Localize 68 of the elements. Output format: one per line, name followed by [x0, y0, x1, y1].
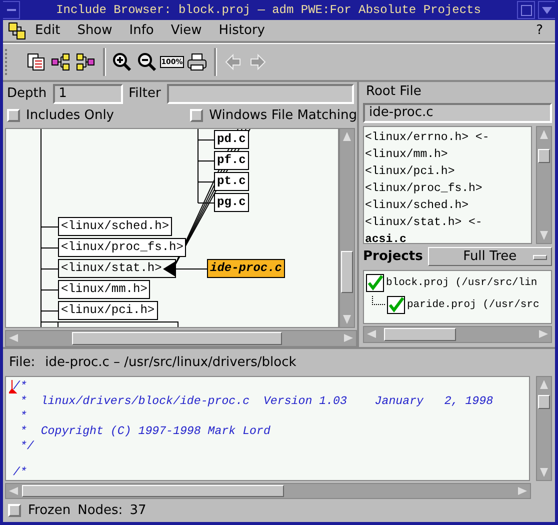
code-line: * Copyright (C) 1997-1998 Mark Lord: [18, 424, 272, 439]
horizontal-scrollbar[interactable]: [5, 330, 357, 347]
menu-item[interactable]: Info: [129, 23, 154, 38]
expand-icon[interactable]: [51, 52, 71, 72]
windows-matching-label: Windows File Matching: [209, 108, 357, 124]
filter-field[interactable]: [166, 84, 354, 104]
project-checkbox[interactable]: [366, 274, 384, 292]
minimize-icon[interactable]: [538, 1, 555, 20]
tree-view-dropdown[interactable]: Full Tree: [428, 247, 552, 266]
code-line: /*: [13, 378, 28, 394]
zoom-out-icon[interactable]: [137, 52, 157, 72]
source-file-node[interactable]: pt.c: [214, 172, 249, 191]
file-label: File:: [9, 354, 36, 370]
include-list-item[interactable]: acsi.c: [364, 230, 531, 243]
projects-label: Projects: [363, 249, 423, 264]
filter-label: Filter: [128, 86, 161, 102]
depth-field[interactable]: 1: [52, 84, 123, 104]
horizontal-scrollbar[interactable]: [363, 326, 552, 343]
menu-item[interactable]: View: [170, 23, 202, 38]
code-line: * linux/drivers/block/ide-proc.c Version 1.03 January 2, 1998: [18, 394, 494, 409]
root-file-label: Root File: [365, 82, 422, 101]
app-icon: [7, 20, 27, 41]
project-item[interactable]: paride.proj (/usr/src: [407, 298, 540, 311]
include-list-item[interactable]: <linux/stat.h> <-: [364, 214, 531, 231]
includes-only-checkbox[interactable]: [7, 109, 20, 122]
header-file-node[interactable]: <linux/proc_fs.h>: [58, 238, 186, 257]
code-line: /*: [13, 464, 28, 480]
frozen-checkbox[interactable]: [8, 504, 21, 518]
includes-only-label: Includes Only: [26, 108, 114, 124]
include-list-item[interactable]: <linux/sched.h>: [364, 196, 531, 214]
collapse-icon[interactable]: [76, 52, 96, 72]
vertical-scrollbar[interactable]: [536, 376, 552, 481]
header-file-node[interactable]: <linux/stat.h>: [58, 258, 176, 278]
print-icon[interactable]: [187, 52, 207, 72]
maximize-icon[interactable]: [517, 1, 535, 20]
include-list-item[interactable]: <linux/mm.h>: [364, 146, 531, 163]
window-title: Include Browser: block.proj — adm PWE:For Absolute Projects: [55, 3, 482, 18]
menu-item[interactable]: History: [218, 23, 265, 38]
windows-matching-checkbox[interactable]: [190, 109, 204, 122]
root-file-field[interactable]: ide-proc.c: [363, 102, 552, 123]
horizontal-scrollbar[interactable]: [5, 482, 531, 500]
code-line: *: [18, 408, 28, 424]
root-file-node[interactable]: ide-proc.c: [207, 258, 286, 278]
window-menu-icon[interactable]: [3, 1, 20, 20]
source-file-node[interactable]: pd.c: [214, 130, 249, 149]
frozen-label: Frozen: [28, 503, 71, 518]
vertical-scrollbar[interactable]: [339, 128, 355, 328]
copy-icon[interactable]: [26, 52, 46, 72]
include-list-item[interactable]: <linux/errno.h> <-: [364, 128, 531, 146]
header-file-node[interactable]: <linux/pci.h>: [58, 300, 158, 320]
include-list-item[interactable]: <linux/proc_fs.h>: [364, 180, 531, 197]
help-menu[interactable]: ?: [536, 23, 543, 38]
source-file-node[interactable]: pg.c: [214, 192, 249, 212]
depth-label: Depth: [7, 86, 47, 102]
file-path: ide-proc.c – /usr/src/linux/drivers/block: [45, 354, 296, 370]
source-file-node[interactable]: pf.c: [214, 150, 249, 170]
project-item[interactable]: block.proj (/usr/src/lin: [386, 276, 538, 289]
zoom-in-icon[interactable]: [112, 52, 132, 72]
menu-item[interactable]: Edit: [35, 23, 60, 38]
nodes-label: Nodes:: [78, 503, 123, 518]
header-file-node[interactable]: <linux/sched.h>: [58, 216, 172, 236]
menu-item[interactable]: Show: [77, 23, 112, 38]
header-file-node[interactable]: <linux/mm.h>: [58, 280, 150, 299]
include-list-item[interactable]: <linux/pci.h>: [364, 162, 531, 180]
code-line: */: [18, 438, 35, 454]
project-checkbox[interactable]: [387, 296, 405, 314]
vertical-scrollbar[interactable]: [536, 126, 552, 244]
nodes-count: 37: [130, 503, 146, 518]
